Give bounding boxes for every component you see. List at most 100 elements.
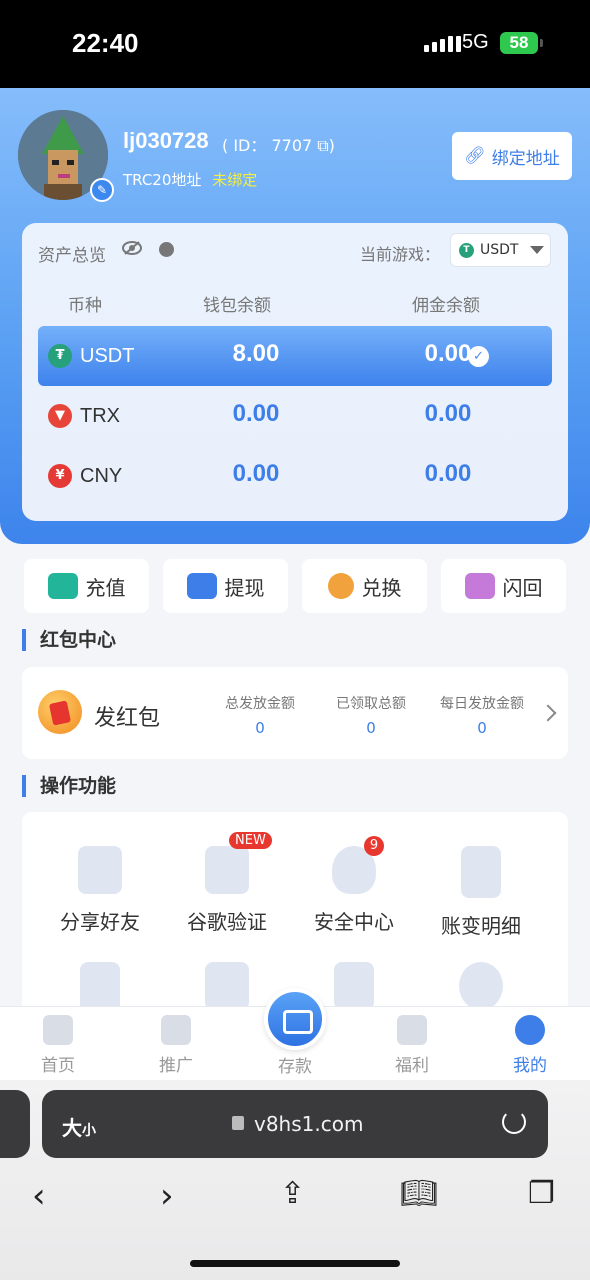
share-friends-item[interactable]: 分享好友: [32, 846, 168, 935]
asset-row-usdt[interactable]: ₮ USDT 8.00 0.00 ✓: [38, 326, 552, 386]
coin-name: CNY: [80, 465, 123, 487]
text-size-small: 小: [82, 1123, 96, 1139]
wallet-balance: 0.00: [232, 400, 280, 427]
stat-value: 0: [366, 719, 376, 737]
current-game-label: 当前游戏：: [360, 245, 441, 264]
asset-overview-card: 资产总览 当前游戏： T USDT 币种 钱包余额 佣金余额 ₮ USDT 8.…: [22, 223, 568, 521]
redpacket-section-title: 红包中心: [22, 629, 116, 651]
withdraw-label: 提现: [224, 575, 265, 600]
share-icon: [161, 1015, 191, 1045]
exchange-button[interactable]: 兑换: [302, 559, 427, 613]
deposit-tab-button[interactable]: [264, 988, 326, 1050]
function-item-row2-4[interactable]: [413, 962, 549, 1010]
column-commission: 佣金余额: [412, 296, 480, 316]
redpacket-icon: [38, 690, 82, 734]
account-details-item[interactable]: 账变明细: [413, 846, 549, 939]
user-id[interactable]: ( ID： 7707 ⧉): [222, 132, 335, 156]
stat-label: 总发放金额: [225, 696, 295, 712]
wallet-balance: 0.00: [232, 460, 280, 487]
new-badge: NEW: [229, 832, 272, 849]
previous-tab[interactable]: [0, 1090, 30, 1158]
stat-label: 已领取总额: [336, 696, 406, 712]
battery-icon: 58: [500, 32, 538, 54]
tab-label: 首页: [41, 1056, 75, 1076]
bookmarks-icon[interactable]: 📖︎: [400, 1176, 438, 1211]
eye-hidden-icon[interactable]: [122, 241, 142, 255]
flashback-button[interactable]: 闪回: [441, 559, 566, 613]
chevron-right-icon[interactable]: [539, 704, 557, 722]
text-size-button[interactable]: 大小: [62, 1112, 96, 1141]
url-text: v8hs1.com: [254, 1112, 364, 1136]
tab-mine[interactable]: 我的: [490, 1015, 570, 1076]
wallet-icon: [47, 573, 78, 599]
status-bar: 22:40 5G 58: [0, 0, 590, 88]
username: lj030728: [123, 128, 209, 153]
column-coin: 币种: [68, 296, 102, 316]
redpacket-card[interactable]: 发红包 总发放金额 0 已领取总额 0 每日发放金额 0: [22, 667, 568, 759]
share-icon[interactable]: ⇪: [280, 1176, 305, 1211]
bind-address-label: 绑定地址: [491, 148, 560, 169]
usdt-icon: T: [459, 242, 474, 258]
lock-icon: [232, 1116, 244, 1130]
withdraw-button[interactable]: 提现: [163, 559, 288, 613]
reload-icon[interactable]: [502, 1110, 526, 1134]
edit-avatar-icon[interactable]: ✎: [90, 178, 114, 202]
exchange-icon: [327, 573, 354, 599]
status-time: 22:40: [72, 28, 139, 58]
tab-promote[interactable]: 推广: [136, 1015, 216, 1076]
commission-balance: 0.00: [424, 460, 472, 487]
security-center-item[interactable]: 9 安全中心: [286, 836, 422, 935]
trx-icon: ▼: [48, 404, 72, 428]
check-icon: ✓: [468, 346, 489, 367]
game-select[interactable]: T USDT: [450, 233, 551, 267]
action-buttons: 充值 提现 兑换 闪回: [24, 559, 566, 613]
tab-label: 推广: [159, 1056, 193, 1076]
google-auth-item[interactable]: NEW 谷歌验证: [159, 832, 295, 935]
stat-daily-issued: 每日发放金额 0: [422, 693, 542, 737]
function-label: 账变明细: [441, 914, 521, 938]
functions-section-title: 操作功能: [22, 775, 116, 797]
network-label: 5G: [462, 31, 489, 53]
share-icon: [78, 846, 122, 894]
usdt-icon: ₮: [48, 344, 72, 368]
tab-welfare[interactable]: 福利: [372, 1015, 452, 1076]
wallet-balance: 8.00: [232, 340, 280, 367]
tab-home[interactable]: 首页: [18, 1015, 98, 1076]
user-icon: [515, 1015, 545, 1045]
document-icon: [461, 846, 501, 898]
cloud-download-icon: [459, 962, 503, 1010]
coin-name: TRX: [80, 405, 120, 427]
refresh-icon[interactable]: [159, 242, 174, 257]
home-icon: [43, 1015, 73, 1045]
send-redpacket-label: 发红包: [94, 706, 161, 731]
stat-total-claimed: 已领取总额 0: [311, 693, 431, 737]
dollar-badge-icon: [186, 573, 217, 599]
forward-icon[interactable]: ›: [160, 1176, 174, 1216]
address-label: TRC20地址: [123, 171, 202, 189]
authenticator-icon: NEW: [205, 832, 272, 894]
function-label: 谷歌验证: [187, 910, 267, 934]
tab-label: 我的: [513, 1056, 547, 1076]
address-bar[interactable]: 大小 v8hs1.com: [42, 1090, 548, 1158]
deposit-button[interactable]: 充值: [24, 559, 149, 613]
cny-icon: ¥: [48, 464, 72, 488]
help-icon: [334, 962, 374, 1010]
count-badge: 9: [364, 836, 384, 856]
asset-row-cny[interactable]: ¥ CNY 0.00 0.00: [38, 446, 552, 506]
stat-value: 0: [477, 719, 487, 737]
tab-label: 福利: [395, 1056, 429, 1076]
asset-overview-title: 资产总览: [38, 246, 106, 266]
address-status: 未绑定: [212, 171, 258, 189]
back-icon[interactable]: ‹: [32, 1176, 46, 1216]
commission-balance: 0.00: [424, 400, 472, 427]
stat-value: 0: [255, 719, 265, 737]
text-size-large: 大: [62, 1116, 82, 1140]
trc20-address-line: TRC20地址 未绑定: [123, 169, 257, 190]
function-label: 分享好友: [60, 910, 140, 934]
usdt-box-icon: [205, 962, 249, 1010]
column-wallet: 钱包余额: [203, 296, 271, 316]
bind-address-button[interactable]: 🔗︎ 绑定地址: [452, 132, 572, 180]
deposit-tab-label[interactable]: 存款: [255, 1052, 335, 1077]
tabs-icon[interactable]: ❐: [528, 1176, 555, 1211]
asset-row-trx[interactable]: ▼ TRX 0.00 0.00: [38, 386, 552, 446]
